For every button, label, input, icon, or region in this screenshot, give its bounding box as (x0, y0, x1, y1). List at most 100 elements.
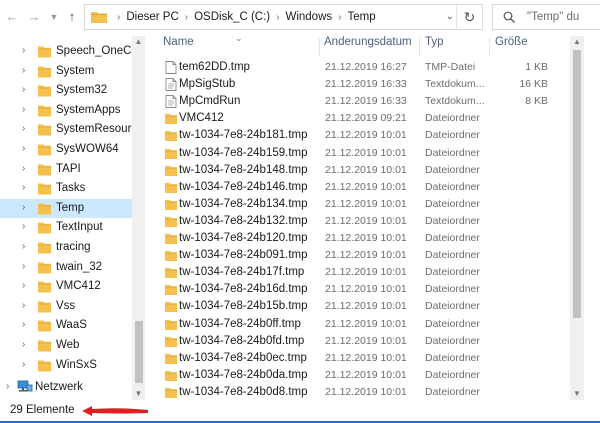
file-type: Textdokum... (425, 95, 485, 108)
nav-item[interactable]: › Tasks (0, 179, 132, 198)
file-row[interactable]: tw-1034-7e8-24b146.tmp 21.12.2019 10:01 Da… (149, 179, 570, 196)
chevron-right-icon[interactable]: › (185, 12, 188, 23)
file-row[interactable]: tw-1034-7e8-24b120.tmp 21.12.2019 10:01 Da… (149, 230, 570, 247)
text-document-icon (165, 95, 177, 109)
recent-locations-button[interactable]: ▼ (46, 9, 62, 25)
refresh-button[interactable]: ↻ (456, 5, 482, 29)
nav-item[interactable]: › twain_32 (0, 258, 132, 277)
file-row[interactable]: tw-1034-7e8-24b091.tmp 21.12.2019 10:01 Da… (149, 247, 570, 264)
file-row[interactable]: tw-1034-7e8-24b0fd.tmp 21.12.2019 10:01 Da… (149, 333, 570, 350)
column-divider[interactable] (419, 38, 420, 56)
chevron-right-icon[interactable]: › (22, 261, 32, 272)
file-row[interactable]: tw-1034-7e8-24b181.tmp 21.12.2019 10:01 Da… (149, 127, 570, 144)
nav-item[interactable]: › VMC412 (0, 277, 132, 296)
network-icon (17, 380, 33, 394)
file-date: 21.12.2019 09:21 (325, 112, 407, 125)
column-header-size[interactable]: Größe (495, 36, 528, 56)
scroll-up-icon[interactable]: ▲ (132, 36, 145, 48)
file-row[interactable]: tw-1034-7e8-24b134.tmp 21.12.2019 10:01 Da… (149, 196, 570, 213)
file-row[interactable]: tw-1034-7e8-24b15b.tmp 21.12.2019 10:01 Da… (149, 298, 570, 315)
address-dropdown-icon[interactable]: ⌄ (446, 11, 454, 22)
file-row[interactable]: VMC412 21.12.2019 09:21 Dateiordner (149, 110, 570, 127)
up-button[interactable]: ↑ (64, 9, 80, 25)
nav-item[interactable]: › Speech_OneCore (0, 42, 145, 61)
chevron-right-icon[interactable]: › (22, 163, 32, 174)
nav-item[interactable]: › System (0, 62, 132, 81)
chevron-right-icon[interactable]: › (22, 104, 32, 115)
file-date: 21.12.2019 10:01 (325, 385, 407, 398)
address-bar[interactable]: › Dieser PC › OSDisk_C (C:) › Windows › Temp ⌄ … (84, 4, 483, 30)
breadcrumb-item[interactable]: Dieser PC (126, 11, 178, 23)
scroll-down-icon[interactable]: ▼ (132, 388, 145, 400)
chevron-right-icon[interactable]: › (22, 183, 32, 193)
chevron-right-icon[interactable]: › (22, 340, 32, 350)
search-input[interactable]: "Temp" du (492, 4, 600, 30)
breadcrumb-item[interactable]: Temp (347, 11, 375, 23)
file-list-scrollbar[interactable]: ▲ ▼ (570, 36, 584, 400)
forward-button[interactable]: → (26, 9, 42, 25)
file-date: 21.12.2019 10:01 (325, 249, 407, 262)
chevron-right-icon[interactable]: › (22, 281, 32, 291)
chevron-right-icon[interactable]: › (22, 300, 32, 311)
nav-item-network[interactable]: › Netzwerk (0, 378, 132, 397)
column-header-type[interactable]: Typ (425, 36, 444, 56)
file-row[interactable]: tw-1034-7e8-24b0ec.tmp 21.12.2019 10:01 Da… (149, 350, 570, 367)
nav-item[interactable]: › WaaS (0, 316, 132, 335)
nav-item[interactable]: › TextInput (0, 218, 132, 237)
file-row[interactable]: tw-1034-7e8-24b132.tmp 21.12.2019 10:01 Da… (149, 213, 570, 230)
chevron-right-icon[interactable]: › (117, 12, 120, 23)
nav-item-label: Tasks (56, 182, 86, 195)
chevron-right-icon[interactable]: › (22, 359, 32, 370)
chevron-right-icon[interactable]: › (22, 222, 32, 232)
breadcrumb-item[interactable]: OSDisk_C (C:) (194, 11, 270, 23)
sort-chevron-icon: ⌄ (235, 36, 243, 43)
scroll-down-icon[interactable]: ▼ (570, 388, 584, 400)
nav-item[interactable]: › SystemApps (0, 101, 132, 120)
file-row[interactable]: tw-1034-7e8-24b0d8.tmp 21.12.2019 10:01 Da… (149, 384, 570, 400)
file-row[interactable]: tw-1034-7e8-24b159.tmp 21.12.2019 10:01 Da… (149, 145, 570, 162)
file-row[interactable]: MpSigStub 21.12.2019 16:33 Textdokum... 16 … (149, 76, 570, 93)
navigation-scrollbar[interactable]: ▲ ▼ (132, 36, 145, 400)
column-header-date[interactable]: Änderungsdatum (324, 36, 412, 56)
folder-icon (38, 45, 51, 58)
breadcrumb-item[interactable]: Windows (285, 11, 332, 23)
column-header-name[interactable]: Name (163, 36, 194, 56)
file-row[interactable]: tw-1034-7e8-24b17f.tmp 21.12.2019 10:01 Da… (149, 264, 570, 281)
chevron-right-icon[interactable]: › (276, 12, 279, 23)
file-date: 21.12.2019 10:01 (325, 129, 407, 142)
nav-item[interactable]: › Vss (0, 297, 132, 316)
nav-item[interactable]: › TAPI (0, 160, 132, 179)
chevron-right-icon[interactable]: › (6, 382, 16, 392)
nav-item[interactable]: › WinSxS (0, 356, 132, 375)
chevron-right-icon[interactable]: › (22, 320, 32, 330)
scroll-up-icon[interactable]: ▲ (570, 36, 584, 48)
folder-icon (165, 369, 177, 382)
file-row[interactable]: tem62DD.tmp 21.12.2019 16:27 TMP-Datei 1 KB (149, 59, 570, 76)
file-row[interactable]: tw-1034-7e8-24b16d.tmp 21.12.2019 10:01 Da… (149, 281, 570, 298)
chevron-right-icon[interactable]: › (22, 85, 32, 95)
chevron-right-icon[interactable]: › (22, 46, 32, 56)
nav-item-label: Vss (56, 299, 76, 312)
nav-item[interactable]: › tracing (0, 238, 132, 257)
file-list-scroll-thumb[interactable] (573, 50, 581, 318)
column-divider[interactable] (489, 38, 490, 56)
file-row[interactable]: tw-1034-7e8-24b148.tmp 21.12.2019 10:01 Da… (149, 162, 570, 179)
chevron-right-icon[interactable]: › (22, 65, 32, 76)
column-divider[interactable] (319, 38, 320, 56)
back-button[interactable]: ← (4, 9, 20, 25)
chevron-right-icon[interactable]: › (22, 202, 32, 213)
chevron-right-icon[interactable]: › (22, 144, 32, 154)
chevron-right-icon[interactable]: › (338, 12, 341, 23)
nav-item[interactable]: › SysWOW64 (0, 140, 132, 159)
navigation-scroll-thumb[interactable] (135, 321, 143, 383)
chevron-right-icon[interactable]: › (22, 242, 32, 252)
nav-item[interactable]: › SystemResources (0, 120, 145, 139)
nav-item[interactable]: › System32 (0, 81, 132, 100)
nav-item[interactable]: › Temp (0, 198, 132, 218)
file-row[interactable]: tw-1034-7e8-24b0da.tmp 21.12.2019 10:01 Da… (149, 367, 570, 384)
nav-item[interactable]: › Web (0, 336, 132, 355)
file-row[interactable]: MpCmdRun 21.12.2019 16:33 Textdokum... 8 KB (149, 93, 570, 110)
chevron-right-icon[interactable]: › (22, 124, 32, 134)
file-row[interactable]: tw-1034-7e8-24b0ff.tmp 21.12.2019 10:01 Da… (149, 316, 570, 333)
nav-item-label: TextInput (56, 221, 103, 234)
